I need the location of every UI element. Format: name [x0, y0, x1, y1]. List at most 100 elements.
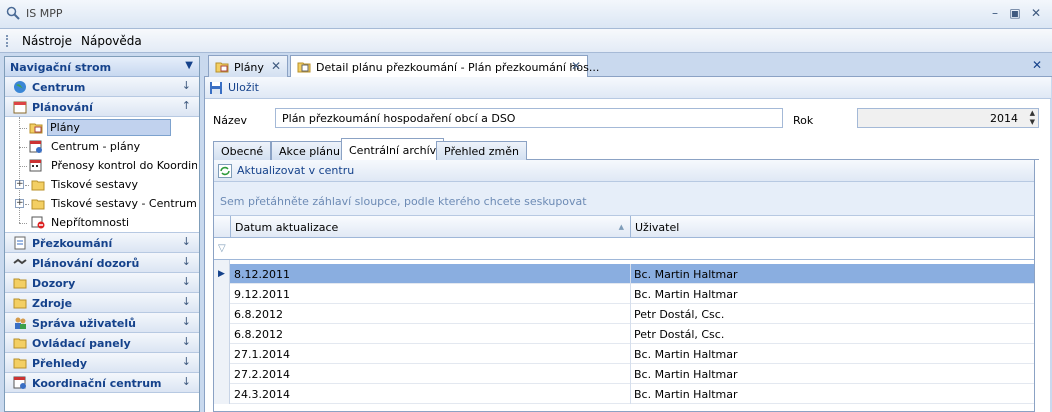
nav-group-sprava-uzivatelu[interactable]: Správa uživatelů ↓ — [5, 313, 199, 333]
group-by-hint: Sem přetáhněte záhlaví sloupce, podle kt… — [220, 195, 587, 208]
cell-date: 27.1.2014 — [234, 348, 290, 361]
nav-group-label: Správa uživatelů — [32, 317, 136, 330]
nav-group-label: Centrum — [32, 81, 86, 94]
expand-icon[interactable]: + — [15, 180, 24, 189]
table-row[interactable]: 27.2.2014 Bc. Martin Haltmar — [214, 364, 1034, 384]
menu-help[interactable]: Nápověda — [81, 34, 142, 48]
chevron-down-icon: ↓ — [181, 295, 191, 308]
table-row[interactable]: 6.8.2012 Petr Dostál, Csc. — [214, 324, 1034, 344]
globe-icon — [14, 81, 26, 93]
column-header-label: Datum aktualizace — [235, 221, 339, 234]
folder-calendar-icon — [29, 123, 43, 134]
grid-header: Datum aktualizace ▲ Uživatel — [214, 216, 1034, 238]
name-input[interactable]: Plán přezkoumání hospodaření obcí a DSO — [275, 108, 783, 128]
column-header-user[interactable]: Uživatel — [631, 216, 1034, 238]
chevron-down-icon: ↓ — [181, 235, 191, 248]
filter-icon[interactable]: ▽ — [218, 243, 226, 254]
magnifier-icon — [6, 6, 20, 20]
nav-group-label: Zdroje — [32, 297, 73, 310]
calendar-transfer-icon — [29, 159, 42, 172]
cell-user: Bc. Martin Haltmar — [634, 368, 738, 381]
tab-centralni-archiv[interactable]: Centrální archív — [341, 138, 445, 161]
table-row[interactable]: 27.1.2014 Bc. Martin Haltmar — [214, 344, 1034, 364]
tab-obecne[interactable]: Obecné — [213, 141, 272, 160]
doc-tab-label: Detail plánu přezkoumání - Plán přezkoum… — [316, 61, 600, 74]
close-window-button[interactable]: ✕ — [1027, 5, 1045, 21]
calendar-icon — [13, 101, 27, 114]
close-document-icon[interactable]: ✕ — [1032, 58, 1042, 72]
cell-user: Bc. Martin Haltmar — [634, 348, 738, 361]
chevron-down-icon: ↓ — [181, 79, 191, 92]
menu-tools[interactable]: Nástroje — [22, 34, 72, 48]
column-header-label: Uživatel — [635, 221, 680, 234]
table-row[interactable]: 6.8.2012 Petr Dostál, Csc. — [214, 304, 1034, 324]
nav-group-koordinacni-centrum[interactable]: Koordinační centrum ↓ — [5, 373, 199, 393]
spinner-arrows-icon[interactable]: ▲ ▼ — [1030, 109, 1035, 127]
nav-group-planovani-dozoru[interactable]: Plánování dozorů ↓ — [5, 253, 199, 273]
nav-group-label: Plánování dozorů — [32, 257, 140, 270]
chevron-down-icon: ↓ — [181, 375, 191, 388]
chevron-down-icon: ↓ — [181, 275, 191, 288]
nav-group-dozory[interactable]: Dozory ↓ — [5, 273, 199, 293]
chevron-down-icon: ↓ — [181, 315, 191, 328]
nav-group-prezkoumani[interactable]: Přezkoumání ↓ — [5, 233, 199, 253]
navigation-title: Navigační strom — [10, 61, 112, 74]
cell-date: 8.12.2011 — [234, 268, 290, 281]
tab-prehled-zmen[interactable]: Přehled změn — [436, 141, 527, 160]
doc-tab-detail[interactable]: Detail plánu přezkoumání - Plán přezkoum… — [290, 55, 599, 78]
table-row[interactable]: ▶ 8.12.2011 Bc. Martin Haltmar — [214, 264, 1034, 284]
nav-group-centrum[interactable]: Centrum ↓ — [5, 77, 199, 97]
year-spinner[interactable]: 2014 ▲ ▼ — [857, 108, 1039, 128]
chevron-down-icon: ↓ — [181, 355, 191, 368]
row-indicator-icon — [214, 324, 230, 344]
row-indicator-icon — [214, 384, 230, 404]
archive-toolbar: Aktualizovat v centru — [214, 160, 1034, 182]
tree-item-plany[interactable]: Plány — [5, 118, 199, 137]
nav-group-prehledy[interactable]: Přehledy ↓ — [5, 353, 199, 373]
nav-group-label: Dozory — [32, 277, 76, 290]
minimize-button[interactable]: – — [986, 5, 1004, 21]
group-by-panel[interactable]: Sem přetáhněte záhlaví sloupce, podle kt… — [214, 182, 1034, 216]
cell-date: 9.12.2011 — [234, 288, 290, 301]
floppy-disk-icon — [210, 82, 222, 94]
cell-date: 24.3.2014 — [234, 388, 290, 401]
title-bar: IS MPP – ▣ ✕ — [0, 0, 1052, 29]
row-indicator-icon — [214, 364, 230, 384]
folder-icon — [13, 278, 27, 289]
expand-icon[interactable]: + — [15, 199, 24, 208]
menu-bar: Nástroje Nápověda — [0, 29, 1052, 53]
tree-item-tiskove-sestavy[interactable]: + Tiskové sestavy — [5, 175, 199, 194]
grid-corner — [214, 216, 231, 238]
folder-icon — [13, 358, 27, 369]
nav-group-planovani[interactable]: Plánování ↑ — [5, 97, 199, 117]
nav-group-zdroje[interactable]: Zdroje ↓ — [5, 293, 199, 313]
tree-item-centrum-plany[interactable]: Centrum - plány — [5, 137, 199, 156]
pin-icon[interactable]: ▼ — [185, 60, 193, 71]
doc-tab-plany[interactable]: Plány ✕ — [208, 55, 288, 77]
table-row[interactable]: 9.12.2011 Bc. Martin Haltmar — [214, 284, 1034, 304]
close-tab-icon[interactable]: ✕ — [271, 59, 281, 73]
close-tab-icon[interactable]: ✕ — [571, 59, 581, 73]
nav-group-label: Plánování — [32, 101, 93, 114]
maximize-button[interactable]: ▣ — [1006, 5, 1024, 21]
folder-icon — [31, 199, 45, 210]
nav-group-ovladaci-panely[interactable]: Ovládací panely ↓ — [5, 333, 199, 353]
tree-item-label: Tiskové sestavy — [51, 178, 138, 191]
cell-date: 27.2.2014 — [234, 368, 290, 381]
toolbar-grip[interactable] — [6, 35, 8, 47]
archive-grid: Datum aktualizace ▲ Uživatel ▽ ▶ 8.12.201… — [214, 216, 1034, 412]
window-title: IS MPP — [26, 7, 63, 20]
tab-akce-planu[interactable]: Akce plánu — [271, 141, 348, 160]
tree-item-prenosy[interactable]: Přenosy kontrol do Koordin... — [5, 156, 199, 175]
tree-item-tiskove-sestavy-centrum[interactable]: + Tiskové sestavy - Centrum — [5, 194, 199, 213]
table-row[interactable]: 24.3.2014 Bc. Martin Haltmar — [214, 384, 1034, 404]
planning-tree: Plány Centrum - plány Přenosy kontrol do… — [5, 117, 199, 233]
filter-row[interactable]: ▽ — [214, 238, 1034, 260]
refresh-icon — [218, 164, 232, 178]
navigation-header: Navigační strom ▼ — [5, 57, 199, 77]
tree-item-label: Nepřítomnosti — [51, 216, 130, 229]
column-header-date[interactable]: Datum aktualizace ▲ — [231, 216, 631, 238]
save-label: Uložit — [228, 81, 259, 94]
calendar-star-icon — [29, 140, 42, 153]
tree-item-nepritomnosti[interactable]: Nepřítomnosti — [5, 213, 199, 232]
